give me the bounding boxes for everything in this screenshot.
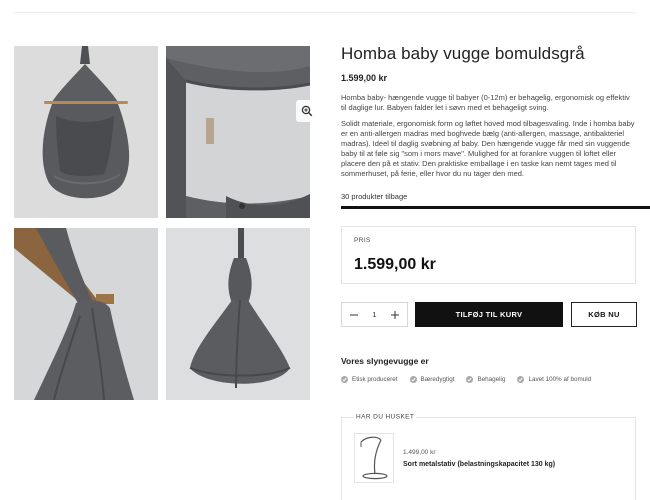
- feature-label: Lavet 100% af bomuld: [528, 376, 592, 383]
- feature-label: Bæredygtigt: [420, 376, 455, 383]
- cradle-hanging-image: [14, 46, 158, 218]
- product-price: 1.599,00 kr: [341, 73, 388, 83]
- check-icon: [517, 376, 525, 383]
- feature-item: Behagelig: [466, 376, 505, 383]
- cradle-full-image: [166, 228, 310, 400]
- feature-label: Etisk produceret: [352, 376, 398, 383]
- gallery-image-3[interactable]: [14, 228, 158, 400]
- description-paragraph: Solidt materiale, ergonomisk form og løf…: [341, 119, 635, 178]
- upsell-box: HAR DU HUSKET 1.499,00 kr Sort metalstat…: [341, 413, 636, 500]
- buy-now-button[interactable]: KØB NU: [571, 302, 637, 327]
- minus-icon[interactable]: [348, 309, 360, 321]
- stand-product-image[interactable]: [354, 433, 394, 483]
- product-description: Homba baby- hængende vugge til babyer (0…: [341, 93, 635, 179]
- check-icon: [466, 376, 474, 383]
- zoom-in-icon[interactable]: [296, 100, 318, 122]
- top-divider: [14, 12, 636, 13]
- feature-item: Etisk produceret: [341, 376, 398, 383]
- check-icon: [341, 376, 348, 383]
- quantity-value[interactable]: 1: [372, 310, 376, 319]
- upsell-label: HAR DU HUSKET: [354, 413, 417, 421]
- price-label: PRIS: [354, 237, 371, 244]
- gallery-image-4[interactable]: [166, 228, 310, 400]
- plus-icon[interactable]: [389, 309, 401, 321]
- description-paragraph: Homba baby- hængende vugge til babyer (0…: [341, 93, 630, 112]
- product-title: Homba baby vugge bomuldsgrå: [341, 44, 585, 63]
- stock-status: 30 produkter tilbage: [341, 192, 408, 201]
- feature-item: Bæredygtigt: [409, 376, 455, 383]
- check-icon: [409, 376, 417, 383]
- price-value: 1.599,00 kr: [354, 256, 436, 273]
- feature-label: Behagelig: [477, 376, 506, 383]
- cradle-knot-image: [14, 228, 158, 400]
- product-info: Homba baby vugge bomuldsgrå 1.599,00 kr …: [341, 44, 650, 209]
- upsell-product-name[interactable]: Sort metalstativ (belastningskapacitet 1…: [403, 461, 555, 468]
- add-to-cart-button[interactable]: TILFØJ TIL KURV: [415, 302, 563, 327]
- price-box: PRIS 1.599,00 kr: [341, 226, 636, 284]
- quantity-stepper: 1: [341, 302, 408, 327]
- gallery-image-2[interactable]: [166, 46, 310, 218]
- gallery-image-1[interactable]: [14, 46, 158, 218]
- features-list: Etisk produceret Bæredygtigt Behagelig L…: [341, 376, 591, 383]
- product-gallery: [14, 46, 318, 402]
- feature-item: Lavet 100% af bomuld: [517, 376, 591, 383]
- stock-bar: [341, 206, 650, 209]
- features-title: Vores slyngevugge er: [341, 356, 429, 366]
- upsell-price: 1.499,00 kr: [403, 449, 436, 456]
- cradle-closeup-image: [166, 46, 310, 218]
